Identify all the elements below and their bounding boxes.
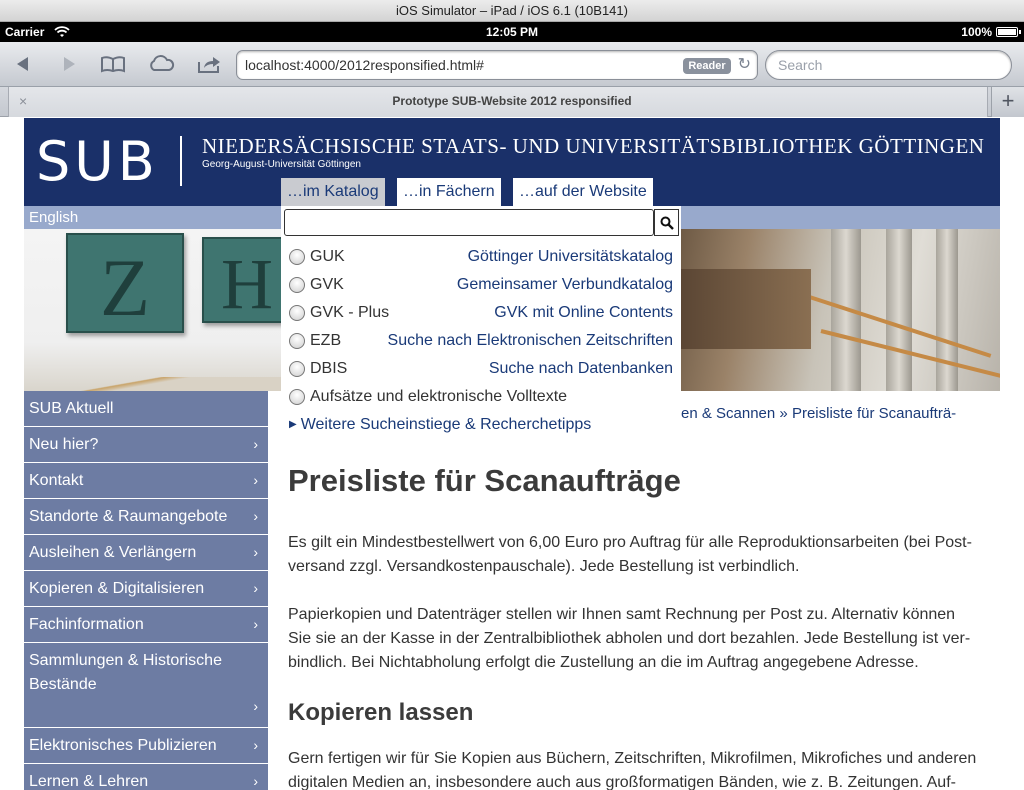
catalog-search-input[interactable] xyxy=(284,209,654,236)
paragraph-mindestbestellwert: Es gilt ein Mindestbestellwert von 6,00 … xyxy=(288,534,972,575)
option-dbis[interactable]: DBIS Suche nach Datenbanken xyxy=(289,359,673,381)
chevron-right-icon: › xyxy=(253,436,258,452)
link-ezb[interactable]: Suche nach Elektronischen Zeitschriften xyxy=(388,332,673,350)
link-dbis[interactable]: Suche nach Datenbanken xyxy=(489,360,673,378)
breadcrumb-current[interactable]: Preisliste für Scanaufträ- xyxy=(792,405,956,422)
option-gvk-plus[interactable]: GVK - Plus GVK mit Online Contents xyxy=(289,303,673,325)
tab-title: Prototype SUB-Website 2012 responsified xyxy=(392,94,632,108)
page-title: Preisliste für Scanaufträge xyxy=(288,463,681,498)
paragraph-kopien: Gern fertigen wir für Sie Kopien aus Büc… xyxy=(288,750,977,790)
simulator-title: iOS Simulator – iPad / iOS 6.1 (10B141) xyxy=(0,0,1024,22)
bookmarks-icon[interactable] xyxy=(98,50,128,78)
reader-button[interactable]: Reader xyxy=(683,58,731,74)
chevron-right-icon: › xyxy=(253,472,258,488)
chevron-right-icon: › xyxy=(253,580,258,596)
tab-website[interactable]: …auf der Website xyxy=(513,178,653,206)
nav-item-sammlungen[interactable]: Sammlungen & Historische Bestände › xyxy=(24,643,268,728)
chevron-right-icon: › xyxy=(253,773,258,789)
nav-item-fachinformation[interactable]: Fachinformation › xyxy=(24,607,268,643)
breadcrumb: en & Scannen » Preisliste für Scanaufträ… xyxy=(681,405,956,422)
link-gvk[interactable]: Gemeinsamer Verbundkatalog xyxy=(457,276,673,294)
nav-item-lernen[interactable]: Lernen & Lehren › xyxy=(24,764,268,790)
reload-icon[interactable]: ↻ xyxy=(738,54,751,74)
nav-item-neu-hier[interactable]: Neu hier? › xyxy=(24,427,268,463)
browser-search-field[interactable] xyxy=(765,50,1012,80)
library-name: NIEDERSÄCHSISCHE STAATS- UND UNIVERSITÄT… xyxy=(202,134,985,158)
tile-z: Z xyxy=(66,233,184,333)
nav-item-sub-aktuell[interactable]: SUB Aktuell xyxy=(24,391,268,427)
logo-divider xyxy=(180,136,182,186)
radio-aufsaetze[interactable] xyxy=(289,389,305,405)
chevron-right-icon: › xyxy=(253,737,258,753)
search-icon xyxy=(660,216,674,230)
browser-tab[interactable]: × Prototype SUB-Website 2012 responsifie… xyxy=(8,87,988,117)
option-gvk[interactable]: GVK Gemeinsamer Verbundkatalog xyxy=(289,275,673,297)
radio-dbis[interactable] xyxy=(289,361,305,377)
address-bar[interactable]: localhost:4000/2012responsified.html# Re… xyxy=(236,50,758,80)
more-search-link[interactable]: ▶ Weitere Sucheinstiege & Recherchetipps xyxy=(289,416,591,434)
option-aufsaetze[interactable]: Aufsätze und elektronische Volltexte xyxy=(289,387,673,409)
tab-faecher[interactable]: …in Fächern xyxy=(397,178,501,206)
share-icon[interactable] xyxy=(194,50,224,78)
forward-icon[interactable] xyxy=(54,50,84,78)
clock: 12:05 PM xyxy=(485,25,539,39)
icloud-tabs-icon[interactable] xyxy=(146,50,176,78)
link-gvk-plus[interactable]: GVK mit Online Contents xyxy=(494,304,673,322)
tab-katalog[interactable]: …im Katalog xyxy=(281,178,385,206)
main-content: Preisliste für Scanaufträge Es gilt ein … xyxy=(288,463,978,790)
header-image-left: Z H xyxy=(24,229,281,391)
browser-toolbar: localhost:4000/2012responsified.html# Re… xyxy=(0,42,1024,87)
tile-h: H xyxy=(202,237,281,324)
status-bar: Carrier 12:05 PM 100% xyxy=(0,22,1024,42)
header-image-right xyxy=(681,229,1000,391)
radio-gvk[interactable] xyxy=(289,277,305,293)
radio-guk[interactable] xyxy=(289,249,305,265)
search-button[interactable] xyxy=(654,209,679,236)
nav-item-publizieren[interactable]: Elektronisches Publizieren › xyxy=(24,728,268,764)
browser-search-input[interactable] xyxy=(778,57,998,73)
triangle-right-icon: ▶ xyxy=(289,419,297,430)
battery-icon xyxy=(996,27,1021,37)
sidebar-nav: SUB Aktuell Neu hier? › Kontakt › Standort… xyxy=(24,391,268,790)
site-header: SUB NIEDERSÄCHSISCHE STAATS- UND UNIVERS… xyxy=(24,118,1000,206)
url-text[interactable]: localhost:4000/2012responsified.html# xyxy=(245,57,484,73)
university-name: Georg-August-Universität Göttingen xyxy=(202,159,361,170)
chevron-right-icon: › xyxy=(253,698,258,714)
web-page: SUB NIEDERSÄCHSISCHE STAATS- UND UNIVERS… xyxy=(0,118,1024,790)
new-tab-button[interactable]: + xyxy=(991,87,1024,117)
sub-logo[interactable]: SUB xyxy=(36,132,159,192)
catalog-search-dropdown: GUK Göttinger Universitätskatalog GVK Ge… xyxy=(281,206,681,442)
radio-ezb[interactable] xyxy=(289,333,305,349)
section-title-kopieren: Kopieren lassen xyxy=(288,699,474,726)
nav-item-standorte[interactable]: Standorte & Raumangebote › xyxy=(24,499,268,535)
breadcrumb-separator: » xyxy=(779,405,788,422)
link-guk[interactable]: Göttinger Universitätskatalog xyxy=(468,248,673,266)
nav-item-kontakt[interactable]: Kontakt › xyxy=(24,463,268,499)
english-link[interactable]: English xyxy=(29,209,78,226)
chevron-right-icon: › xyxy=(253,544,258,560)
breadcrumb-link-scannen[interactable]: en & Scannen xyxy=(681,405,775,422)
radio-gvk-plus[interactable] xyxy=(289,305,305,321)
tab-bar: × Prototype SUB-Website 2012 responsifie… xyxy=(0,87,1024,117)
battery-percent: 100% xyxy=(961,25,992,39)
back-icon[interactable] xyxy=(8,50,38,78)
nav-item-kopieren[interactable]: Kopieren & Digitalisieren › xyxy=(24,571,268,607)
paragraph-papierkopien: Papierkopien und Datenträger stellen wir… xyxy=(288,606,971,671)
option-ezb[interactable]: EZB Suche nach Elektronischen Zeitschrif… xyxy=(289,331,673,353)
option-guk[interactable]: GUK Göttinger Universitätskatalog xyxy=(289,247,673,269)
chevron-right-icon: › xyxy=(253,616,258,632)
nav-item-ausleihen[interactable]: Ausleihen & Verlängern › xyxy=(24,535,268,571)
chevron-right-icon: › xyxy=(253,508,258,524)
